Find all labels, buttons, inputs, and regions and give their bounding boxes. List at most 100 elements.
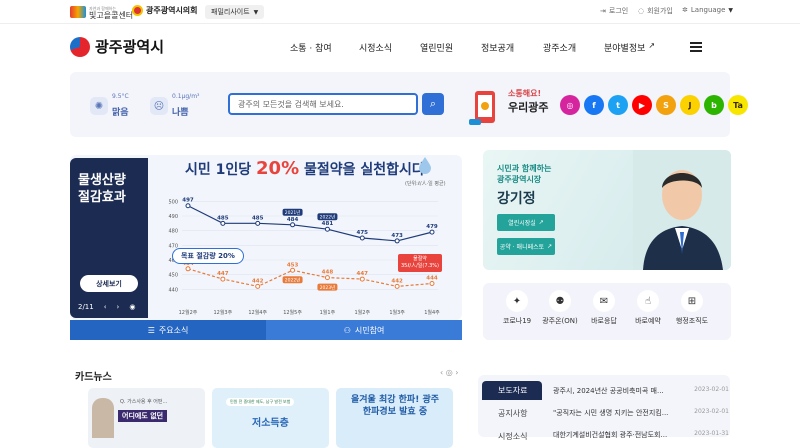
news-row[interactable]: "공직자는 시민 생명 지키는 안전지킴... 2023-02-01 <box>553 408 729 418</box>
council-seal-icon <box>132 5 143 16</box>
pause-icon[interactable]: ◎ <box>446 368 453 377</box>
news-row-date: 2023-02-01 <box>694 386 729 393</box>
quick-covid-label: 코로나19 <box>502 317 532 325</box>
person-illustration <box>92 398 114 438</box>
pause-icon[interactable]: ◉ <box>129 303 135 311</box>
data-label: 481 <box>322 221 334 227</box>
twitter-icon[interactable]: t <box>608 95 628 115</box>
chevron-right-icon[interactable]: › <box>455 368 458 377</box>
sns-tagline: 소통해요! <box>508 89 542 98</box>
signup-link[interactable]: ◌ 회원가입 <box>638 6 673 16</box>
language-select[interactable]: ✲ Language ▼ <box>682 6 733 14</box>
data-point <box>394 283 400 289</box>
kakao-icon[interactable]: Ta <box>728 95 748 115</box>
chevron-left-icon[interactable]: ‹ <box>440 368 443 377</box>
nav-item-field-info[interactable]: 분야별정보 ↗ <box>604 41 655 54</box>
search-icon: ⌕ <box>429 97 437 110</box>
callcenter-logo-text: 빛고을콜센터 <box>89 11 134 20</box>
water-drop-icon <box>418 156 432 174</box>
tab-citizen-participation[interactable]: ⚇ 시민참여 <box>266 320 462 340</box>
people-group-icon: ⚉ <box>549 290 571 312</box>
data-point <box>290 267 296 273</box>
news-row-title: 광주시, 2024년산 공공비축미곡 매... <box>553 387 664 395</box>
data-label: 442 <box>391 278 403 284</box>
quick-gwangju-on[interactable]: ⚉ 광주온(ON) <box>538 290 582 326</box>
banner-title-pre: 시민 1인당 <box>185 162 257 178</box>
data-point <box>185 266 191 272</box>
kakaostory-icon[interactable]: S <box>656 95 676 115</box>
open-mayor-office-button[interactable]: 열린시장실 ↗ <box>497 214 555 231</box>
x-tick-label: 12월5주 <box>283 309 302 316</box>
callcenter-logo[interactable]: 자연과 함께하는 빛고을콜센터 <box>70 5 134 20</box>
tab-press-release[interactable]: 보도자료 <box>482 381 542 400</box>
login-link[interactable]: ⇥ 로그인 <box>600 6 628 16</box>
nav-item-field-info-label: 분야별정보 <box>604 44 646 54</box>
city-emblem-icon <box>70 36 90 57</box>
login-label: 로그인 <box>608 7 629 15</box>
kakaotalk-icon[interactable]: J <box>680 95 700 115</box>
saving-badge-line1: 물절약 <box>413 256 427 262</box>
banner-side-title-2: 절감효과 <box>78 190 126 205</box>
y-tick-label: 450 <box>168 273 178 279</box>
family-site-label: 패밀리사이트 <box>211 8 250 16</box>
quick-covid[interactable]: ✦ 코로나19 <box>495 290 539 326</box>
quick-instant-reply[interactable]: ✉ 바로응답 <box>582 290 626 326</box>
nav-item-open-petition[interactable]: 열린민원 <box>420 41 453 54</box>
banner-tabs: ☰ 주요소식 ⚇ 시민참여 <box>70 320 462 340</box>
quick-reservation-label: 바로예약 <box>635 317 661 325</box>
banner-page-indicator: 2/11 <box>78 303 94 311</box>
mayor-photo <box>633 150 731 270</box>
phone-illustration-icon <box>469 91 495 125</box>
youtube-icon[interactable]: ▶ <box>632 95 652 115</box>
chevron-right-icon[interactable]: › <box>117 303 120 311</box>
y-tick-label: 440 <box>168 287 178 293</box>
hand-click-icon: ☝ <box>637 290 659 312</box>
x-tick-label: 12월4주 <box>248 309 267 316</box>
nav-item-info-disclosure[interactable]: 정보공개 <box>481 41 514 54</box>
x-tick-label: 12월3주 <box>213 309 232 316</box>
user-icon: ◌ <box>638 7 645 15</box>
news-row[interactable]: 광주시, 2024년산 공공비축미곡 매... 2023-02-01 <box>553 386 729 396</box>
x-tick-label: 1월3주 <box>389 309 405 316</box>
quick-org-chart[interactable]: ⊞ 행정조직도 <box>670 290 714 326</box>
manifesto-button[interactable]: 공약 · 매니페스토 ↗ <box>497 238 555 255</box>
band-icon[interactable]: b <box>704 95 724 115</box>
card-news-controls: ‹ ◎ › <box>440 368 458 377</box>
nav-item-about-gwangju[interactable]: 광주소개 <box>543 41 576 54</box>
council-link[interactable]: 광주광역시의회 <box>132 5 198 16</box>
search-button[interactable]: ⌕ <box>422 93 444 115</box>
family-site-select[interactable]: 패밀리사이트 ▼ <box>205 5 265 19</box>
quick-instant-reply-label: 바로응답 <box>591 317 617 325</box>
news-row-date: 2023-01-31 <box>694 430 729 437</box>
tab-notice[interactable]: 공지사항 <box>482 404 542 423</box>
mayor-tagline-2: 광주광역시장 <box>497 175 542 184</box>
data-label: 444 <box>426 275 438 281</box>
card-news-item[interactable]: Q. 가스사용 후 어떤... 어디에도 없던 <box>88 388 205 448</box>
annotation-label: 2022년 <box>320 213 336 220</box>
card-news-item[interactable]: 올겨울 최강 한파! 광주 한파경보 발효 중 <box>336 388 453 448</box>
data-point <box>220 220 226 226</box>
nav-item-city-news[interactable]: 시정소식 <box>359 41 392 54</box>
card-news-title: 카드뉴스 <box>75 372 112 383</box>
caret-down-icon: ▼ <box>728 6 734 14</box>
site-logo[interactable]: 광주광역시 <box>70 36 164 57</box>
facebook-icon[interactable]: f <box>584 95 604 115</box>
nav-item-communication[interactable]: 소통 · 참여 <box>290 41 332 54</box>
news-row-date: 2023-02-01 <box>694 408 729 415</box>
banner-more-button[interactable]: 상세보기 <box>80 275 138 292</box>
quick-org-chart-label: 행정조직도 <box>675 317 709 325</box>
search-input[interactable]: 광주의 모든것을 검색해 보세요. <box>228 93 418 115</box>
quick-reservation[interactable]: ☝ 바로예약 <box>626 290 670 326</box>
banner-title-pct: 20% <box>256 158 300 179</box>
card-news-item[interactable]: 민원 전 중대한 제도, 남구 발전 보험 저소득층 <box>212 388 329 448</box>
news-row[interactable]: 대한기계설비건설협회 광주·전남도회... 2023-01-31 <box>553 430 729 440</box>
instagram-icon[interactable]: ◎ <box>560 95 580 115</box>
signup-label: 회원가입 <box>647 7 673 15</box>
data-point <box>394 238 400 244</box>
data-point <box>255 283 261 289</box>
language-label: Language <box>690 6 726 14</box>
menu-icon[interactable] <box>690 42 702 52</box>
tab-main-news[interactable]: ☰ 주요소식 <box>70 320 266 340</box>
chevron-left-icon[interactable]: ‹ <box>104 303 107 311</box>
data-point <box>185 203 191 209</box>
